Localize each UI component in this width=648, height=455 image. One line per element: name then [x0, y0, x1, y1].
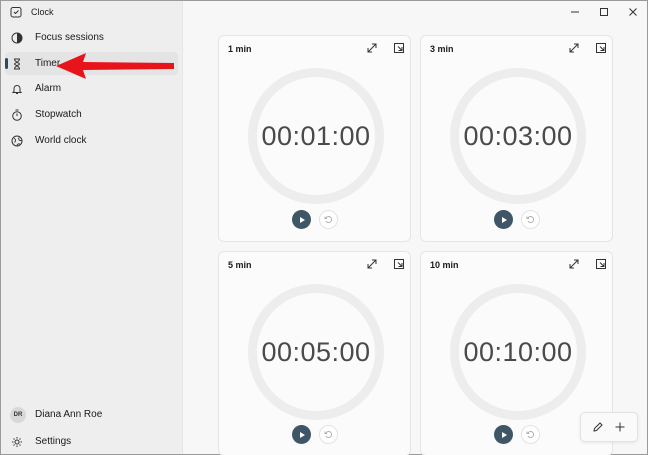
sidebar-item-world-clock[interactable]: World clock [5, 129, 178, 152]
timer-display: 00:01:00 [261, 120, 371, 151]
expand-icon[interactable] [567, 41, 581, 55]
user-account[interactable]: DR Diana Ann Roe [5, 403, 102, 426]
expand-icon[interactable] [365, 41, 379, 55]
sidebar: Clock Focus sessions Timer Alarm Stopwat… [1, 1, 182, 454]
timer-title: 5 min [228, 260, 252, 270]
minimize-button[interactable] [560, 1, 589, 23]
user-name: Diana Ann Roe [35, 409, 103, 420]
reset-button[interactable] [319, 210, 338, 229]
sidebar-item-label: World clock [35, 135, 87, 146]
expand-icon[interactable] [365, 257, 379, 271]
clock-app-icon [10, 6, 22, 18]
close-button[interactable] [618, 1, 647, 23]
add-timer-button[interactable] [613, 420, 627, 434]
reset-button[interactable] [521, 425, 540, 444]
compact-overlay-icon[interactable] [594, 41, 608, 55]
reset-icon [526, 216, 534, 223]
reset-icon [324, 431, 332, 438]
globe-icon [11, 135, 23, 147]
reset-icon [324, 216, 332, 223]
reset-button[interactable] [521, 210, 540, 229]
edit-button[interactable] [591, 420, 605, 434]
sidebar-item-label: Stopwatch [35, 109, 82, 120]
hourglass-icon [11, 58, 23, 70]
compact-overlay-icon[interactable] [392, 257, 406, 271]
avatar: DR [10, 406, 26, 423]
sidebar-item-label: Settings [35, 436, 72, 447]
app-title-bar: Clock [10, 6, 54, 18]
play-icon [501, 431, 507, 438]
timer-display: 00:05:00 [261, 336, 371, 367]
play-icon [299, 431, 305, 438]
play-button[interactable] [494, 210, 513, 229]
timer-actions-toolbar [580, 412, 638, 442]
stopwatch-icon [11, 109, 23, 121]
window-controls [560, 1, 647, 23]
bell-icon [11, 83, 23, 95]
pencil-icon [593, 422, 603, 432]
sidebar-item-alarm[interactable]: Alarm [5, 77, 178, 100]
play-icon [501, 216, 507, 223]
timer-title: 1 min [228, 44, 252, 54]
active-indicator [5, 58, 8, 69]
app-title: Clock [31, 7, 54, 17]
compact-overlay-icon[interactable] [594, 257, 608, 271]
play-button[interactable] [292, 210, 311, 229]
sidebar-item-stopwatch[interactable]: Stopwatch [5, 103, 178, 126]
timer-card[interactable]: 1 min 00:01:00 [218, 35, 411, 242]
compact-overlay-icon[interactable] [392, 41, 406, 55]
play-button[interactable] [494, 425, 513, 444]
timer-ring: 00:10:00 [450, 284, 586, 420]
reset-button[interactable] [319, 425, 338, 444]
timer-card[interactable]: 3 min 00:03:00 [420, 35, 613, 242]
timer-display: 00:10:00 [463, 336, 573, 367]
maximize-button[interactable] [589, 1, 618, 23]
sidebar-item-label: Alarm [35, 83, 62, 94]
timer-ring: 00:03:00 [450, 68, 586, 204]
play-icon [299, 216, 305, 223]
timer-card[interactable]: 5 min 00:05:00 [218, 251, 411, 455]
expand-icon[interactable] [567, 257, 581, 271]
timer-ring: 00:05:00 [248, 284, 384, 420]
sidebar-item-focus-sessions[interactable]: Focus sessions [5, 26, 178, 49]
timer-title: 3 min [430, 44, 454, 54]
play-button[interactable] [292, 425, 311, 444]
gear-icon [11, 436, 23, 448]
timer-display: 00:03:00 [463, 120, 573, 151]
plus-icon [615, 422, 625, 432]
reset-icon [526, 431, 534, 438]
annotation-arrow [56, 53, 174, 79]
sidebar-item-settings[interactable]: Settings [5, 430, 178, 453]
timer-title: 10 min [430, 260, 459, 270]
timer-ring: 00:01:00 [248, 68, 384, 204]
main-content: 1 min 00:01:00 3 min 00:03:00 5 min 00:0… [182, 1, 647, 455]
focus-icon [11, 32, 23, 44]
sidebar-item-label: Focus sessions [35, 32, 104, 43]
